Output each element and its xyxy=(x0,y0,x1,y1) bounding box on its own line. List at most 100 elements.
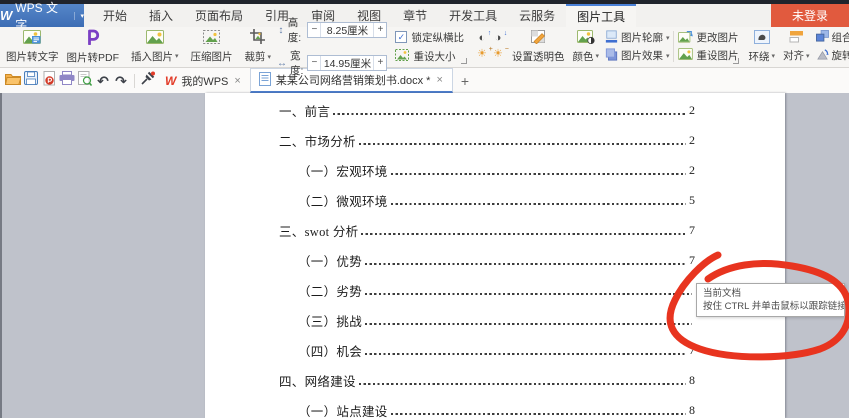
height-value[interactable]: 8.25厘米 xyxy=(321,23,373,38)
lock-aspect-ratio-option[interactable]: ✓ 锁定纵横比 xyxy=(395,30,464,45)
dotted-leader xyxy=(391,203,686,205)
color-label: 颜色 xyxy=(572,49,593,64)
customize-toolbar-button[interactable] xyxy=(139,72,157,90)
picture-outline-button[interactable]: 图片轮廓 ▾ xyxy=(603,30,672,46)
lock-aspect-checkbox[interactable]: ✓ xyxy=(395,31,407,43)
tab-section[interactable]: 章节 xyxy=(392,4,438,27)
toc-entry[interactable]: 一、前言2 xyxy=(279,95,695,125)
print-preview-button[interactable] xyxy=(76,72,94,90)
toc-entry[interactable]: （二）微观环境5 xyxy=(279,185,695,215)
pic-to-text-button[interactable]: 图片转文字 xyxy=(2,29,63,64)
dotted-leader xyxy=(391,173,686,175)
open-file-button[interactable] xyxy=(4,72,22,90)
dotted-leader xyxy=(359,143,686,145)
redo-button[interactable]: ↷ xyxy=(112,72,130,90)
pic-to-pdf-button[interactable]: 图片转PDF xyxy=(63,29,124,64)
change-picture-button[interactable]: 更改图片 xyxy=(676,30,740,46)
color-button[interactable]: 颜色▾ xyxy=(568,29,603,64)
dialog-launcher-icon[interactable] xyxy=(733,58,739,64)
toc-entry[interactable]: （三）挑战 xyxy=(279,305,695,335)
reset-picture-label: 重设图片 xyxy=(696,48,738,63)
export-pdf-button[interactable] xyxy=(40,72,58,90)
dotted-leader xyxy=(359,383,686,385)
hyperlink-tooltip: 当前文档 按住 CTRL 并单击鼠标以跟踪链接 xyxy=(696,283,845,317)
picture-outline-icon xyxy=(605,30,618,46)
brightness-down-icon[interactable]: ☀− xyxy=(493,49,503,60)
insert-picture-button[interactable]: 插入图片▾ xyxy=(127,29,183,64)
dialog-launcher-icon[interactable] xyxy=(461,58,467,64)
reset-size-button[interactable]: 重设大小 xyxy=(395,49,464,64)
height-stepper: − 8.25厘米 + xyxy=(307,22,387,38)
width-decrement-button[interactable]: − xyxy=(308,56,321,70)
insert-picture-label: 插入图片 xyxy=(131,49,173,64)
height-decrement-button[interactable]: − xyxy=(308,23,321,37)
toc-entry[interactable]: （一）优势7 xyxy=(279,245,695,275)
printer-icon xyxy=(59,71,75,90)
picture-tools-ribbon: 图片转文字 图片转PDF 插入图片▾ 压缩图片 裁剪▾ ↕ 高度: xyxy=(0,27,849,68)
table-of-contents: 一、前言2 二、市场分析2 （一）宏观环境2 （二）微观环境5 三、swot 分… xyxy=(205,93,785,418)
dotted-leader xyxy=(361,233,686,235)
width-increment-button[interactable]: + xyxy=(373,56,386,70)
chevron-down-icon: ▾ xyxy=(666,34,670,42)
set-transparent-color-button[interactable]: 设置透明色 xyxy=(508,29,569,64)
crop-button[interactable]: 裁剪▾ xyxy=(241,29,276,64)
brightness-up-icon[interactable]: ☀+ xyxy=(477,49,487,60)
tab-cloud[interactable]: 云服务 xyxy=(508,4,566,27)
redo-icon: ↷ xyxy=(115,74,127,88)
document-page[interactable]: 一、前言2 二、市场分析2 （一）宏观环境2 （二）微观环境5 三、swot 分… xyxy=(205,93,785,418)
toc-entry[interactable]: （一）站点建设8 xyxy=(279,395,695,418)
tab-dev-tools[interactable]: 开发工具 xyxy=(438,4,508,27)
close-icon[interactable]: × xyxy=(435,74,443,86)
picture-effects-icon xyxy=(605,48,618,64)
tab-home[interactable]: 开始 xyxy=(92,4,138,27)
compress-picture-button[interactable]: 压缩图片 xyxy=(187,29,237,64)
align-button[interactable]: 对齐▾ xyxy=(779,29,814,64)
print-button[interactable] xyxy=(58,72,76,90)
chevron-down-icon[interactable]: ▾ xyxy=(74,12,84,20)
tab-page-layout[interactable]: 页面布局 xyxy=(184,4,254,27)
reset-picture-button[interactable]: 重设图片 xyxy=(676,48,740,64)
contrast-up-icon[interactable]: ◐↑ xyxy=(479,33,486,44)
set-transparent-color-label: 设置透明色 xyxy=(512,49,565,64)
toc-entry[interactable]: 二、市场分析2 xyxy=(279,125,695,155)
align-icon xyxy=(789,30,804,46)
menu-bar: W WPS 文字 ▾ 开始 插入 页面布局 引用 审阅 视图 章节 开发工具 云… xyxy=(0,4,849,27)
toc-entry[interactable]: （二）劣势 xyxy=(279,275,695,305)
undo-button[interactable]: ↶ xyxy=(94,72,112,90)
contrast-down-icon[interactable]: ◑↓ xyxy=(495,33,502,44)
height-increment-button[interactable]: + xyxy=(373,23,386,37)
document-tab-bar: ↶ ↷ W 我的WPS × 某某公司网络营销策划书.docx * × + xyxy=(0,68,849,93)
crop-icon xyxy=(250,29,265,47)
new-tab-button[interactable]: + xyxy=(453,73,477,89)
transparent-color-icon xyxy=(530,29,546,47)
tab-picture-tools[interactable]: 图片工具 xyxy=(566,4,636,27)
width-icon: ↔ xyxy=(277,58,287,69)
toc-entry[interactable]: （四）机会7 xyxy=(279,335,695,365)
toc-entry[interactable]: 四、网络建设8 xyxy=(279,365,695,395)
save-button[interactable] xyxy=(22,72,40,90)
rotate-button[interactable]: 旋转 ▾ xyxy=(814,48,849,64)
login-button[interactable]: 未登录 xyxy=(771,4,849,27)
close-icon[interactable]: × xyxy=(233,75,241,87)
rotate-icon xyxy=(816,48,829,63)
toc-entry[interactable]: （一）宏观环境2 xyxy=(279,155,695,185)
width-value[interactable]: 14.95厘米 xyxy=(321,56,373,71)
tab-my-wps[interactable]: W 我的WPS × xyxy=(157,68,250,93)
wrap-text-button[interactable]: 环绕▾ xyxy=(744,29,779,64)
picture-effects-button[interactable]: 图片效果 ▾ xyxy=(603,48,672,64)
wps-menu-button[interactable]: W WPS 文字 ▾ xyxy=(0,4,84,27)
preview-icon xyxy=(78,71,92,91)
rotate-label: 旋转 xyxy=(832,48,849,63)
height-label: 高度: xyxy=(288,15,305,45)
document-area: 一、前言2 二、市场分析2 （一）宏观环境2 （二）微观环境5 三、swot 分… xyxy=(0,93,849,418)
group-button[interactable]: 组合 ▾ xyxy=(814,30,849,46)
pic-to-text-icon xyxy=(23,30,41,47)
picture-outline-label: 图片轮廓 xyxy=(621,30,663,45)
tab-insert[interactable]: 插入 xyxy=(138,4,184,27)
chevron-down-icon: ▾ xyxy=(595,52,599,60)
dotted-leader xyxy=(391,413,686,415)
wps-w-icon: W xyxy=(165,74,176,88)
toc-entry[interactable]: 三、swot 分析7 xyxy=(279,215,695,245)
pin-icon xyxy=(141,71,155,90)
picture-effects-label: 图片效果 xyxy=(621,48,663,63)
